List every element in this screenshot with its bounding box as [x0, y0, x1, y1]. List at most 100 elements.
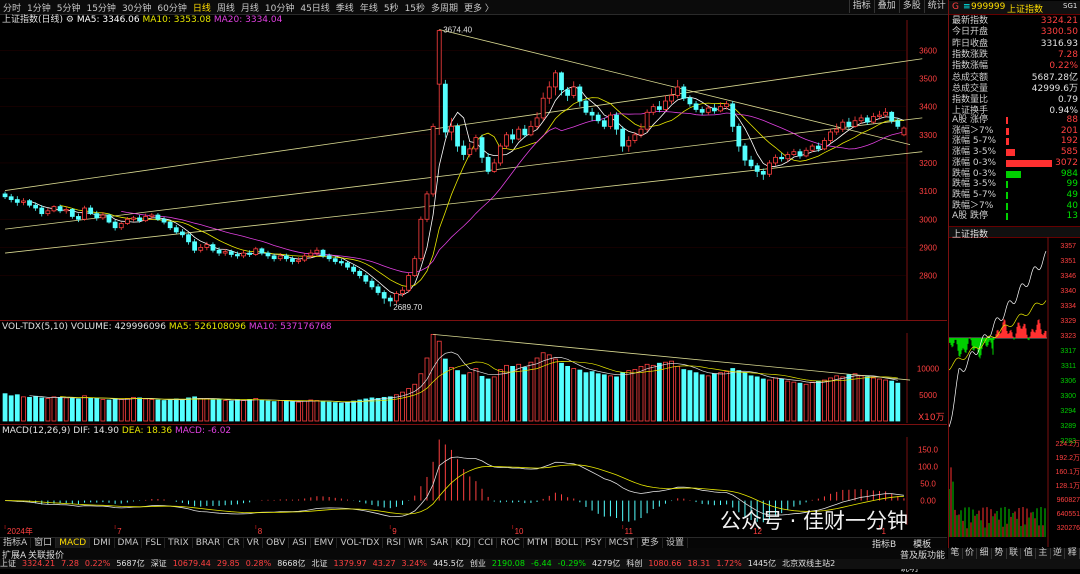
mini-tick: 3329 [1060, 318, 1076, 325]
volume-bar [94, 398, 100, 422]
candlestick-chart[interactable]: 3600 3500 3400 3300 3200 3100 3000 2900 2800 3674… [0, 20, 947, 320]
breadth-row: 跌幅 0-3% 984 [952, 169, 1078, 180]
volume-bar [834, 375, 840, 422]
volume-bar [803, 383, 809, 422]
candle-body [69, 209, 75, 217]
stock-name: 上证指数 [1007, 5, 1044, 15]
volume-bar [381, 396, 387, 422]
volume-bar [326, 401, 332, 422]
right-tab[interactable]: 主 [1036, 548, 1051, 559]
period-tab[interactable]: 45日线 [297, 1, 332, 14]
candle-body [400, 289, 405, 295]
candle-body [681, 86, 687, 99]
right-tab[interactable]: 势 [992, 548, 1007, 559]
intraday-chart[interactable]: 3357 3351 3346 3340 3334 3329 3323 3317 3311 3306… [949, 237, 1080, 547]
breadth-bar [1006, 191, 1008, 199]
status-item: 18.31 [687, 559, 711, 568]
tool-button[interactable]: 统计 [923, 0, 949, 13]
volume-bar [314, 400, 320, 422]
breadth-value: 984 [1060, 168, 1078, 179]
period-tab[interactable]: 15秒 [402, 1, 428, 14]
breadth-bar [1006, 159, 1052, 167]
tool-button[interactable]: 叠加 [873, 0, 899, 13]
right-tab[interactable]: 笔 [948, 548, 963, 559]
right-tab[interactable]: 细 [977, 548, 993, 559]
volume-bar [461, 374, 467, 422]
volume-bar [754, 376, 760, 422]
right-tab[interactable]: 值 [1021, 548, 1037, 559]
right-tab[interactable]: 价 [963, 548, 978, 559]
volume-bar [253, 398, 259, 422]
volume-bar [730, 368, 736, 422]
breadth-row: A股 涨停 88 [952, 115, 1078, 126]
candle-body [809, 145, 815, 151]
volume-bar [705, 375, 711, 422]
volume-bar [155, 399, 161, 422]
tool-button[interactable]: 多股 [898, 0, 924, 13]
candle-body [33, 204, 39, 209]
candle-body [283, 255, 289, 260]
candle-body [559, 72, 564, 91]
volume-bar [828, 377, 833, 422]
right-tab[interactable]: 逆 [1051, 548, 1066, 559]
macd-tick: 100.0 [918, 463, 939, 472]
pane-divider[interactable] [0, 320, 947, 321]
period-tab[interactable]: 更多 〉 [461, 1, 497, 14]
candle-body [497, 145, 503, 164]
candle-body [351, 266, 356, 272]
quote-value: 0.22% [1049, 61, 1078, 72]
volume-bar [14, 394, 20, 422]
volume-chart[interactable]: 10000 5000 [0, 333, 947, 423]
period-tab[interactable]: 5秒 [381, 1, 402, 14]
pane-divider[interactable] [0, 424, 947, 425]
volume-bar [773, 377, 778, 422]
breadth-label: 涨幅 5-7% [952, 136, 997, 147]
candle-body [228, 251, 234, 255]
candle-body [76, 216, 81, 220]
candle-body [381, 292, 387, 299]
price-tick: 3300 [919, 131, 937, 140]
menu-icon[interactable]: ≡ [963, 2, 971, 12]
right-tab[interactable]: 释 [1065, 548, 1080, 559]
candle-body [314, 249, 320, 254]
right-tabs: 笔价细势联值主逆释 [948, 548, 1080, 559]
candle-body [338, 261, 344, 264]
volume-bar [308, 399, 314, 422]
macd-tick: 0.00 [920, 497, 936, 506]
volume-bar [497, 369, 503, 422]
candle-body [100, 214, 106, 219]
volume-bar [595, 373, 601, 422]
volume-bar [259, 399, 265, 422]
volume-bar [870, 377, 876, 422]
candle-body [632, 134, 638, 141]
volume-bar [583, 372, 589, 422]
volume-bar [455, 370, 460, 422]
candle-body [430, 125, 436, 195]
volume-bar [418, 373, 424, 422]
mini-vol-tick: 192.2万 [1055, 454, 1080, 462]
candle-body [265, 252, 271, 257]
tool-button[interactable]: 指标 [848, 0, 874, 13]
mini-tick: 3323 [1060, 333, 1076, 340]
period-tab[interactable]: 季线 [333, 1, 357, 14]
volume-bar [711, 373, 717, 422]
quote-value: 5687.28亿 [1031, 72, 1078, 83]
volume-bar [473, 368, 479, 422]
period-tab[interactable]: 多周期 [428, 1, 461, 14]
volume-bar [601, 374, 607, 422]
breadth-label: 跌幅＞7% [952, 200, 994, 211]
status-item: 3324.21 [22, 559, 56, 568]
candle-body [877, 114, 882, 117]
breadth-label: 涨幅 3-5% [952, 147, 997, 158]
volume-bar [57, 396, 63, 422]
mini-vol-tick: 128.1万 [1055, 482, 1080, 490]
candle-body [155, 214, 161, 220]
breadth-bar [1006, 149, 1015, 157]
right-tab[interactable]: 联 [1007, 548, 1022, 559]
period-tab[interactable]: 年线 [357, 1, 381, 14]
volume-bar [241, 400, 246, 422]
candle-body [601, 120, 607, 127]
candle-body [534, 117, 540, 127]
volume-bar [290, 401, 295, 422]
candle-body [461, 145, 467, 155]
